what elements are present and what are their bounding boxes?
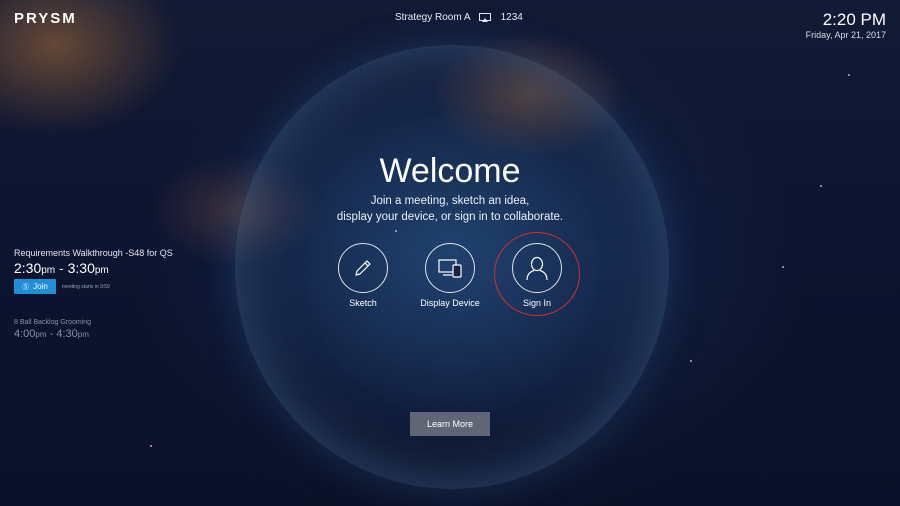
star	[782, 266, 784, 268]
display-device-label: Display Device	[420, 298, 480, 308]
user-icon	[526, 256, 548, 281]
current-time: 2:20 PM	[822, 10, 886, 29]
star	[690, 360, 692, 362]
sketch-button[interactable]: Sketch	[313, 243, 413, 308]
star	[848, 74, 850, 76]
meeting-title: Requirements Walkthrough -S48 for QS	[14, 248, 173, 258]
end-ampm: pm	[77, 330, 89, 339]
end-ampm: pm	[94, 265, 109, 276]
start-ampm: pm	[35, 330, 47, 339]
meeting-title: 8 Ball Backlog Grooming	[14, 319, 92, 326]
room-name: Strategy Room A	[395, 12, 471, 23]
end-time: 4:30	[56, 328, 78, 340]
star	[150, 445, 152, 447]
start-time: 2:30	[14, 260, 42, 276]
sketch-circle	[338, 243, 388, 293]
welcome-subtitle: Join a meeting, sketch an idea, display …	[0, 193, 900, 225]
subtitle-line: Join a meeting, sketch an idea,	[370, 195, 530, 207]
subtitle-line: display your device, or sign in to colla…	[336, 211, 564, 223]
meeting-countdown: meeting starts in 9:59	[62, 283, 110, 290]
meeting-current: Requirements Walkthrough -S48 for QS 2:3…	[14, 248, 173, 294]
meeting-time: 4:00pm - 4:30pm	[14, 328, 89, 340]
screen-cast-icon	[478, 13, 491, 22]
welcome-heading: Welcome	[379, 152, 521, 190]
sign-in-circle	[512, 243, 562, 293]
room-info: Strategy Room A 1234	[395, 12, 523, 23]
sign-in-button[interactable]: Sign In	[487, 243, 587, 308]
skype-icon: Ⓢ	[22, 283, 30, 291]
meeting-time: 2:30pm - 3:30pm	[14, 260, 109, 276]
prysm-logo: PRYSM	[14, 10, 77, 27]
pencil-icon	[355, 260, 371, 276]
join-label: Join	[33, 282, 48, 291]
end-time: 3:30	[67, 260, 95, 276]
devices-icon	[438, 259, 462, 278]
star	[395, 230, 397, 232]
current-date: Friday, Apr 21, 2017	[805, 30, 886, 40]
sign-in-label: Sign In	[522, 298, 552, 308]
start-time: 4:00	[14, 328, 36, 340]
join-row: Ⓢ Join meeting starts in 9:59	[14, 279, 173, 294]
display-device-circle	[425, 243, 475, 293]
clock: 2:20 PM Friday, Apr 21, 2017	[806, 10, 886, 41]
room-code: 1234	[500, 12, 523, 23]
sketch-label: Sketch	[349, 298, 377, 308]
welcome-screen: PRYSM Strategy Room A 1234 2:20 PM Frida…	[0, 0, 900, 506]
meeting-next: 8 Ball Backlog Grooming 4:00pm - 4:30pm	[14, 319, 91, 340]
display-device-button[interactable]: Display Device	[400, 243, 500, 308]
join-button[interactable]: Ⓢ Join	[14, 279, 56, 294]
learn-more-button[interactable]: Learn More	[410, 412, 490, 436]
start-ampm: pm	[41, 265, 56, 276]
